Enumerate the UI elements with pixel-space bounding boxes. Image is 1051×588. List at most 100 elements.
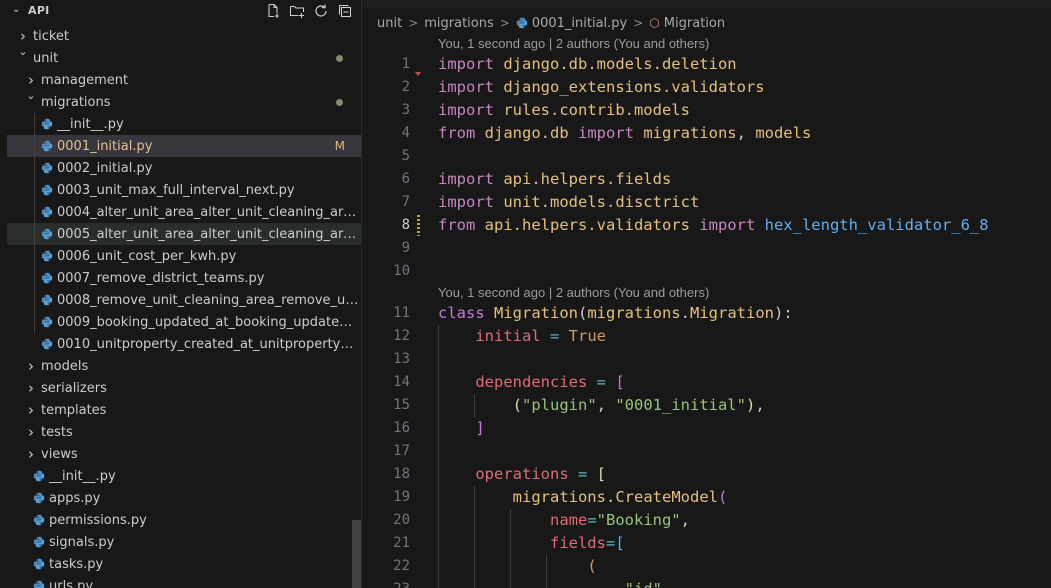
code-line[interactable]: ] [438,417,484,440]
git-change-marker[interactable] [417,215,420,236]
git-blame-codelens[interactable]: You, 1 second ago | 2 authors (You and o… [438,36,709,51]
code-line[interactable]: migrations.CreateModel( [438,486,728,509]
code-token: = [605,534,616,552]
file-item-0009-booking-updated-at-booking-updated[interactable]: 0009_booking_updated_at_booking_updated_… [7,311,361,333]
git-deletion-marker[interactable] [415,72,421,76]
folder-item-unit[interactable]: ⌄ unit [7,45,361,69]
code-token: , [596,396,616,414]
code-line[interactable]: ( [438,555,597,578]
code-line[interactable]: operations = [ [438,463,606,486]
tab-strip[interactable] [362,0,1051,8]
chevron-right-icon[interactable]: › [25,445,37,463]
folder-label: migrations [41,94,111,110]
chevron-right-icon[interactable]: › [17,27,29,45]
code-token: ( [717,488,728,506]
collapse-all-icon[interactable] [336,2,354,20]
file-label: 0007_remove_district_teams.py [57,270,265,286]
chevron-right-icon[interactable]: › [25,379,37,397]
python-file-icon [41,184,53,196]
breadcrumb: unit > migrations >0001_initial.py > ⬡ Migrati… [377,14,725,32]
code-token: [ [596,465,606,483]
code-line[interactable]: from django.db import migrations, models [438,122,811,145]
code-line[interactable]: ("plugin", "0001_initial"), [438,394,765,417]
chevron-right-icon[interactable]: › [25,357,37,375]
python-file-icon [41,118,53,130]
file-item-signals-py[interactable]: signals.py [7,531,361,553]
code-line[interactable]: dependencies = [ [438,371,624,394]
file-item-permissions-py[interactable]: permissions.py [7,509,361,531]
code-line[interactable]: class Migration(migrations.Migration): [438,302,793,325]
file-item-0001-initial-py[interactable]: 0001_initial.py M [7,135,361,157]
explorer-actions [264,2,354,20]
folder-item-views[interactable]: › views [7,443,361,465]
file-item-0006-unit-cost-per-kwh-py[interactable]: 0006_unit_cost_per_kwh.py [7,245,361,267]
sidebar-scrollbar[interactable] [352,520,361,588]
code-token: api.helpers.fields [494,170,672,188]
file-item-apps-py[interactable]: apps.py [7,487,361,509]
code-token: import [699,216,756,234]
chevron-right-icon[interactable]: › [25,423,37,441]
explorer-section-header[interactable]: ⌄ API [0,0,362,22]
file-item-0002-initial-py[interactable]: 0002_initial.py [7,157,361,179]
chevron-down-icon[interactable]: ⌄ [25,89,37,102]
file-item-0004-alter-unit-area-alter-unit-cleaning-area[interactable]: 0004_alter_unit_area_alter_unit_cleaning… [7,201,361,223]
folder-item-tests[interactable]: › tests [7,421,361,443]
line-number: 23 [362,581,410,588]
code-line[interactable]: initial = True [438,325,606,348]
folder-item-migrations[interactable]: ⌄ migrations [7,89,361,113]
code-line[interactable]: name="Booking", [438,509,690,532]
file-label: 0009_booking_updated_at_booking_updated_… [57,314,359,330]
folder-item-ticket[interactable]: › ticket [7,25,361,47]
code-line[interactable]: import api.helpers.fields [438,168,671,191]
chevron-right-icon[interactable]: › [25,401,37,419]
chevron-down-icon[interactable]: ⌄ [17,45,29,58]
refresh-icon[interactable] [312,2,330,20]
code-line[interactable]: from api.helpers.validators import hex_l… [438,214,989,237]
file-item-urls-py[interactable]: urls.py [7,575,361,588]
code-line[interactable]: import unit.models.disctrict [438,191,699,214]
modified-dot-icon [336,98,343,106]
code-token: = [587,511,597,529]
breadcrumb-item-migration[interactable]: Migration [664,16,725,31]
folder-label: tests [41,424,73,440]
folder-item-templates[interactable]: › templates [7,399,361,421]
code-token: "Booking" [596,511,681,529]
code-line[interactable]: "id", [438,578,672,588]
file-item-0005-alter-unit-area-alter-unit-cleaning-area[interactable]: 0005_alter_unit_area_alter_unit_cleaning… [7,223,361,245]
code-line[interactable]: import rules.contrib.models [438,99,690,122]
chevron-right-icon[interactable]: › [25,71,37,89]
file-item-0008-remove-unit-cleaning-area-remove-unit[interactable]: 0008_remove_unit_cleaning_area_remove_un… [7,289,361,311]
breadcrumb-item-migrations[interactable]: migrations [424,16,494,31]
git-blame-codelens[interactable]: You, 1 second ago | 2 authors (You and o… [438,285,709,300]
code-line[interactable]: import django_extensions.validators [438,76,765,99]
file-item-init-py[interactable]: __init__.py [7,113,361,135]
code-token: migrations [633,124,737,142]
breadcrumb-item-unit[interactable]: unit [377,16,402,31]
file-label: 0008_remove_unit_cleaning_area_remove_un… [57,292,359,308]
chevron-down-icon[interactable]: ⌄ [12,4,20,15]
code-token: import [438,101,494,119]
new-file-icon[interactable] [264,2,282,20]
file-item-0003-unit-max-full-interval-next-py[interactable]: 0003_unit_max_full_interval_next.py [7,179,361,201]
python-file-icon [33,558,45,570]
file-item-tasks-py[interactable]: tasks.py [7,553,361,575]
folder-item-management[interactable]: › management [7,69,361,91]
line-number: 17 [393,443,410,459]
code-line[interactable]: import django.db.models.deletion [438,53,737,76]
file-item-0010-unitproperty-created-at-unitproperty-cre[interactable]: 0010_unitproperty_created_at_unitpropert… [7,333,361,355]
line-number: 16 [393,420,410,436]
folder-item-models[interactable]: › models [7,355,361,377]
file-item-0007-remove-district-teams-py[interactable]: 0007_remove_district_teams.py [7,267,361,289]
python-file-icon [41,206,53,218]
indent-guide [510,509,511,588]
file-item-init-py[interactable]: __init__.py [7,465,361,487]
code-token: migrations [587,304,681,322]
code-token: hex_length_validator_6_8 [755,216,989,234]
code-line[interactable]: fields=[ [438,532,625,555]
new-folder-icon[interactable] [288,2,306,20]
breadcrumb-item-0001-initial-py[interactable]: 0001_initial.py [532,16,627,31]
code-token: ( [587,557,597,575]
folder-item-serializers[interactable]: › serializers [7,377,361,399]
